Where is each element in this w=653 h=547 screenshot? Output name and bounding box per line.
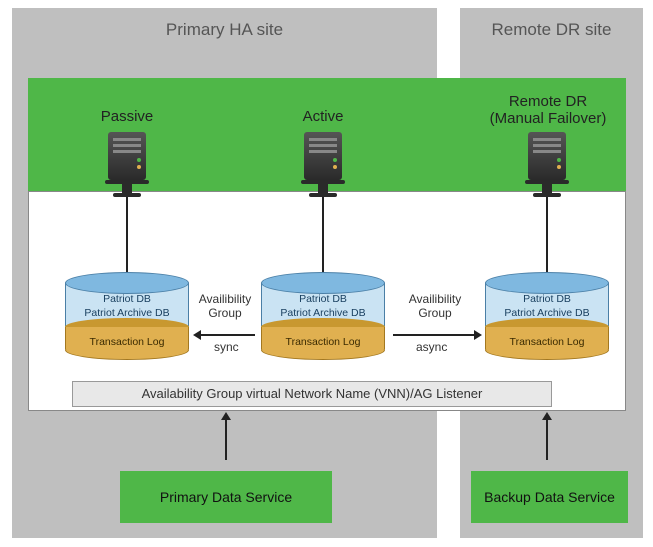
db-active-line2: Patriot Archive DB	[280, 307, 365, 319]
db-active: Patriot DB Patriot Archive DB Transaction…	[261, 272, 385, 360]
remote-label: Remote DR (Manual Failover)	[478, 93, 618, 128]
db-remote-line1: Patriot DB	[523, 293, 571, 305]
server-icon-remote	[528, 132, 566, 194]
avail-group-label-right: AvailibilityGroup	[398, 292, 472, 320]
server-icon-active	[304, 132, 342, 194]
remote-label-line1: Remote DR	[509, 93, 587, 110]
arrow-async	[393, 334, 475, 336]
link-passive	[126, 194, 128, 272]
primary-data-service: Primary Data Service	[120, 471, 332, 523]
db-passive-line1: Patriot DB	[103, 293, 151, 305]
arrow-sync	[200, 334, 255, 336]
db-passive-line2: Patriot Archive DB	[84, 307, 169, 319]
db-remote-tlog: Transaction Log	[510, 336, 585, 348]
link-remote	[546, 194, 548, 272]
sync-label: sync	[214, 340, 239, 354]
db-passive-tlog: Transaction Log	[90, 336, 165, 348]
vnn-listener-bar: Availability Group virtual Network Name …	[72, 381, 552, 407]
arrow-primary-service	[225, 420, 227, 460]
active-label: Active	[253, 108, 393, 125]
remote-label-line2: (Manual Failover)	[490, 110, 607, 127]
backup-data-service: Backup Data Service	[471, 471, 628, 523]
primary-site-title: Primary HA site	[12, 8, 437, 40]
db-active-line1: Patriot DB	[299, 293, 347, 305]
db-passive: Patriot DB Patriot Archive DB Transaction…	[65, 272, 189, 360]
passive-label: Passive	[57, 108, 197, 125]
avail-group-label-left: AvailibilityGroup	[188, 292, 262, 320]
link-active	[322, 194, 324, 272]
server-icon-passive	[108, 132, 146, 194]
db-remote-line2: Patriot Archive DB	[504, 307, 589, 319]
arrow-backup-service	[546, 420, 548, 460]
db-active-tlog: Transaction Log	[286, 336, 361, 348]
async-label: async	[416, 340, 447, 354]
remote-site-title: Remote DR site	[460, 8, 643, 40]
db-remote: Patriot DB Patriot Archive DB Transaction…	[485, 272, 609, 360]
